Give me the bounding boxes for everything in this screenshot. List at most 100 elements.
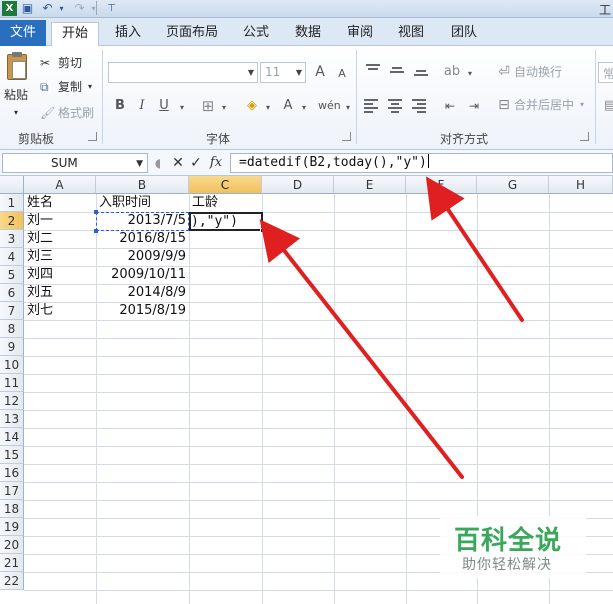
tab-insert[interactable]: 插入 xyxy=(108,22,148,46)
column-header-h[interactable]: H xyxy=(549,176,613,194)
row-header[interactable]: 2 xyxy=(0,212,24,230)
row-header[interactable]: 7 xyxy=(0,302,24,320)
increase-indent-icon[interactable]: ⇥ xyxy=(464,96,484,116)
cell-a5[interactable]: 刘四 xyxy=(24,266,96,284)
grow-font-icon[interactable]: A xyxy=(310,62,330,82)
phonetic-icon[interactable]: wén xyxy=(318,96,341,116)
row-header[interactable]: 4 xyxy=(0,248,24,266)
row-header[interactable]: 15 xyxy=(0,446,24,464)
reference-handle[interactable] xyxy=(94,229,98,233)
align-center-icon[interactable] xyxy=(388,98,402,113)
paste-button[interactable]: 粘贴 xyxy=(4,86,28,104)
row-header[interactable]: 16 xyxy=(0,464,24,482)
undo-icon[interactable]: ↶ xyxy=(40,1,55,16)
active-cell-c2[interactable]: ),"y") xyxy=(189,212,265,233)
cell-b3[interactable]: 2016/8/15 xyxy=(96,230,189,248)
row-header[interactable]: 20 xyxy=(0,536,24,554)
row-header[interactable]: 3 xyxy=(0,230,24,248)
row-header[interactable]: 1 xyxy=(0,194,24,212)
cell-b6[interactable]: 2014/8/9 xyxy=(96,284,189,302)
row-header[interactable]: 22 xyxy=(0,572,24,590)
orientation-dropdown-icon[interactable]: ▾ xyxy=(460,64,480,84)
clipboard-launcher-icon[interactable] xyxy=(88,132,97,141)
reference-handle[interactable] xyxy=(94,210,98,214)
row-header[interactable]: 11 xyxy=(0,374,24,392)
cell-b7[interactable]: 2015/8/19 xyxy=(96,302,189,320)
row-header[interactable]: 19 xyxy=(0,518,24,536)
formula-bar-expand-icon[interactable]: ◖ xyxy=(150,154,166,172)
orientation-icon[interactable]: ab xyxy=(442,62,462,82)
cancel-icon[interactable]: ✕ xyxy=(170,154,186,172)
excel-logo-icon[interactable]: X xyxy=(2,1,17,16)
tab-data[interactable]: 数据 xyxy=(288,22,328,46)
customize-icon[interactable]: ⊤ xyxy=(104,1,119,16)
column-header-b[interactable]: B xyxy=(96,176,189,194)
tab-team[interactable]: 团队 xyxy=(444,22,484,46)
align-right-icon[interactable] xyxy=(412,98,426,113)
wrap-text-icon[interactable]: ⏎ xyxy=(494,62,514,82)
merge-center-icon[interactable]: ⊟ xyxy=(494,95,514,115)
row-header[interactable]: 13 xyxy=(0,410,24,428)
phonetic-dropdown-icon[interactable]: ▾ xyxy=(338,98,358,118)
align-left-icon[interactable] xyxy=(364,98,378,113)
row-header[interactable]: 5 xyxy=(0,266,24,284)
tab-review[interactable]: 审阅 xyxy=(340,22,380,46)
row-header[interactable]: 21 xyxy=(0,554,24,572)
wrap-text-button[interactable]: 自动换行 xyxy=(514,63,562,81)
column-header-d[interactable]: D xyxy=(262,176,334,194)
save-icon[interactable]: ▣ xyxy=(20,1,35,16)
column-header-a[interactable]: A xyxy=(24,176,96,194)
merge-dropdown-icon[interactable]: ▾ xyxy=(580,96,584,114)
enter-icon[interactable]: ✓ xyxy=(188,154,204,172)
column-header-c[interactable]: C xyxy=(189,176,262,194)
alignment-launcher-icon[interactable] xyxy=(580,132,589,141)
underline-dropdown-icon[interactable]: ▾ xyxy=(172,98,192,118)
tab-home[interactable]: 开始 xyxy=(51,22,99,47)
tab-file[interactable]: 文件 xyxy=(0,20,46,46)
font-launcher-icon[interactable] xyxy=(342,132,351,141)
row-header[interactable]: 10 xyxy=(0,356,24,374)
tab-page-layout[interactable]: 页面布局 xyxy=(160,22,224,46)
copy-dropdown-icon[interactable]: ▾ xyxy=(88,78,92,96)
align-top-icon[interactable] xyxy=(366,64,380,76)
row-header[interactable]: 6 xyxy=(0,284,24,302)
fill-handle[interactable] xyxy=(260,228,265,233)
cut-icon[interactable]: ✂ xyxy=(40,54,50,72)
copy-button[interactable]: 复制 xyxy=(58,78,82,96)
row-header[interactable]: 9 xyxy=(0,338,24,356)
tab-view[interactable]: 视图 xyxy=(391,22,431,46)
fill-dropdown-icon[interactable]: ▾ xyxy=(258,98,278,118)
cell-a2[interactable]: 刘一 xyxy=(24,212,96,230)
select-all-corner[interactable] xyxy=(0,176,24,194)
tab-formulas[interactable]: 公式 xyxy=(236,22,276,46)
paste-icon[interactable] xyxy=(4,52,30,82)
align-middle-icon[interactable] xyxy=(390,64,404,76)
column-header-e[interactable]: E xyxy=(334,176,406,194)
cell-a4[interactable]: 刘三 xyxy=(24,248,96,266)
italic-button[interactable]: I xyxy=(132,96,152,116)
bold-button[interactable]: B xyxy=(110,96,130,116)
format-painter-button[interactable]: 格式刷 xyxy=(58,104,94,122)
name-box[interactable]: SUM ▼ xyxy=(2,153,148,173)
shrink-font-icon[interactable]: A xyxy=(332,64,352,84)
number-format-combo[interactable]: 常 xyxy=(598,62,613,83)
cell-b4[interactable]: 2009/9/9 xyxy=(96,248,189,266)
align-bottom-icon[interactable] xyxy=(414,64,428,76)
cell-a1[interactable]: 姓名 xyxy=(24,194,96,212)
cell-a7[interactable]: 刘七 xyxy=(24,302,96,320)
underline-button[interactable]: U xyxy=(154,96,174,116)
cell-b5[interactable]: 2009/10/11 xyxy=(96,266,189,284)
cell-a3[interactable]: 刘二 xyxy=(24,230,96,248)
cell-a6[interactable]: 刘五 xyxy=(24,284,96,302)
merge-center-button[interactable]: 合并后居中 xyxy=(514,96,574,114)
formula-input[interactable]: =datedif(B2,today(),"y") xyxy=(230,153,613,173)
row-header[interactable]: 14 xyxy=(0,428,24,446)
column-header-f[interactable]: F xyxy=(406,176,477,194)
cell-b1[interactable]: 入职时间 xyxy=(96,194,189,212)
redo-icon[interactable]: ↷ xyxy=(72,1,87,16)
column-header-g[interactable]: G xyxy=(477,176,549,194)
decrease-indent-icon[interactable]: ⇤ xyxy=(440,96,460,116)
font-name-combo[interactable]: ▼ xyxy=(108,62,258,83)
row-header[interactable]: 8 xyxy=(0,320,24,338)
format-painter-icon[interactable]: 🖌 xyxy=(40,104,55,122)
